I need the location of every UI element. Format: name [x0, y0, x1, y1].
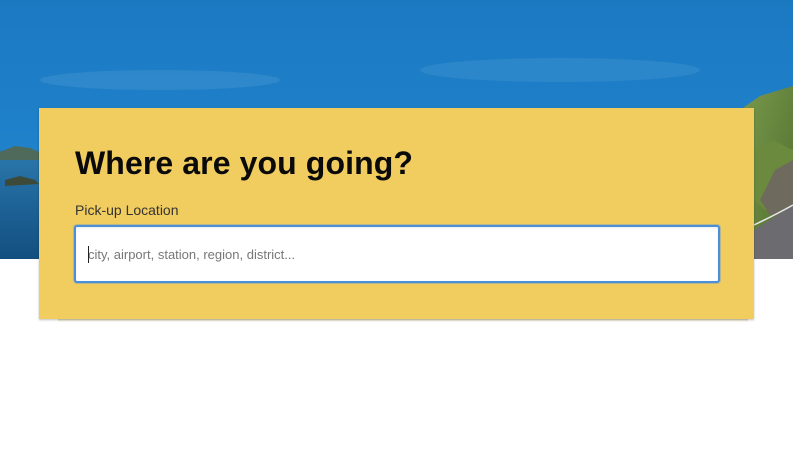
pickup-location-input[interactable] [76, 227, 718, 281]
pickup-location-label: Pick-up Location [75, 202, 179, 218]
page: Where are you going? Pick-up Location [0, 0, 793, 461]
page-title: Where are you going? [75, 145, 414, 181]
pickup-location-field[interactable] [74, 225, 720, 283]
card-shadow [58, 319, 748, 322]
text-caret [88, 246, 89, 263]
search-card: Where are you going? Pick-up Location [39, 108, 754, 319]
